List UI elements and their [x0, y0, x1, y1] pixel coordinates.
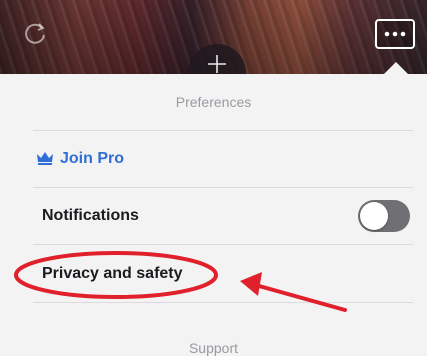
- notifications-label: Notifications: [42, 207, 139, 224]
- header-image: [0, 0, 427, 74]
- join-pro-label: Join Pro: [60, 150, 125, 167]
- menu-pointer: [384, 62, 408, 74]
- join-pro-item[interactable]: Join Pro: [0, 131, 427, 187]
- refresh-icon[interactable]: [22, 20, 48, 46]
- privacy-safety-label: Privacy and safety: [42, 265, 183, 282]
- section-header-support: Support: [188, 340, 239, 356]
- privacy-safety-item[interactable]: Privacy and safety: [0, 245, 427, 301]
- more-options-button[interactable]: [375, 19, 415, 49]
- section-header-preferences: Preferences: [175, 94, 252, 110]
- plus-icon: [208, 55, 226, 73]
- divider: [33, 302, 413, 303]
- notifications-toggle[interactable]: [358, 200, 410, 232]
- crown-icon: [37, 152, 53, 165]
- more-icon: [384, 31, 406, 37]
- toggle-knob: [360, 202, 388, 230]
